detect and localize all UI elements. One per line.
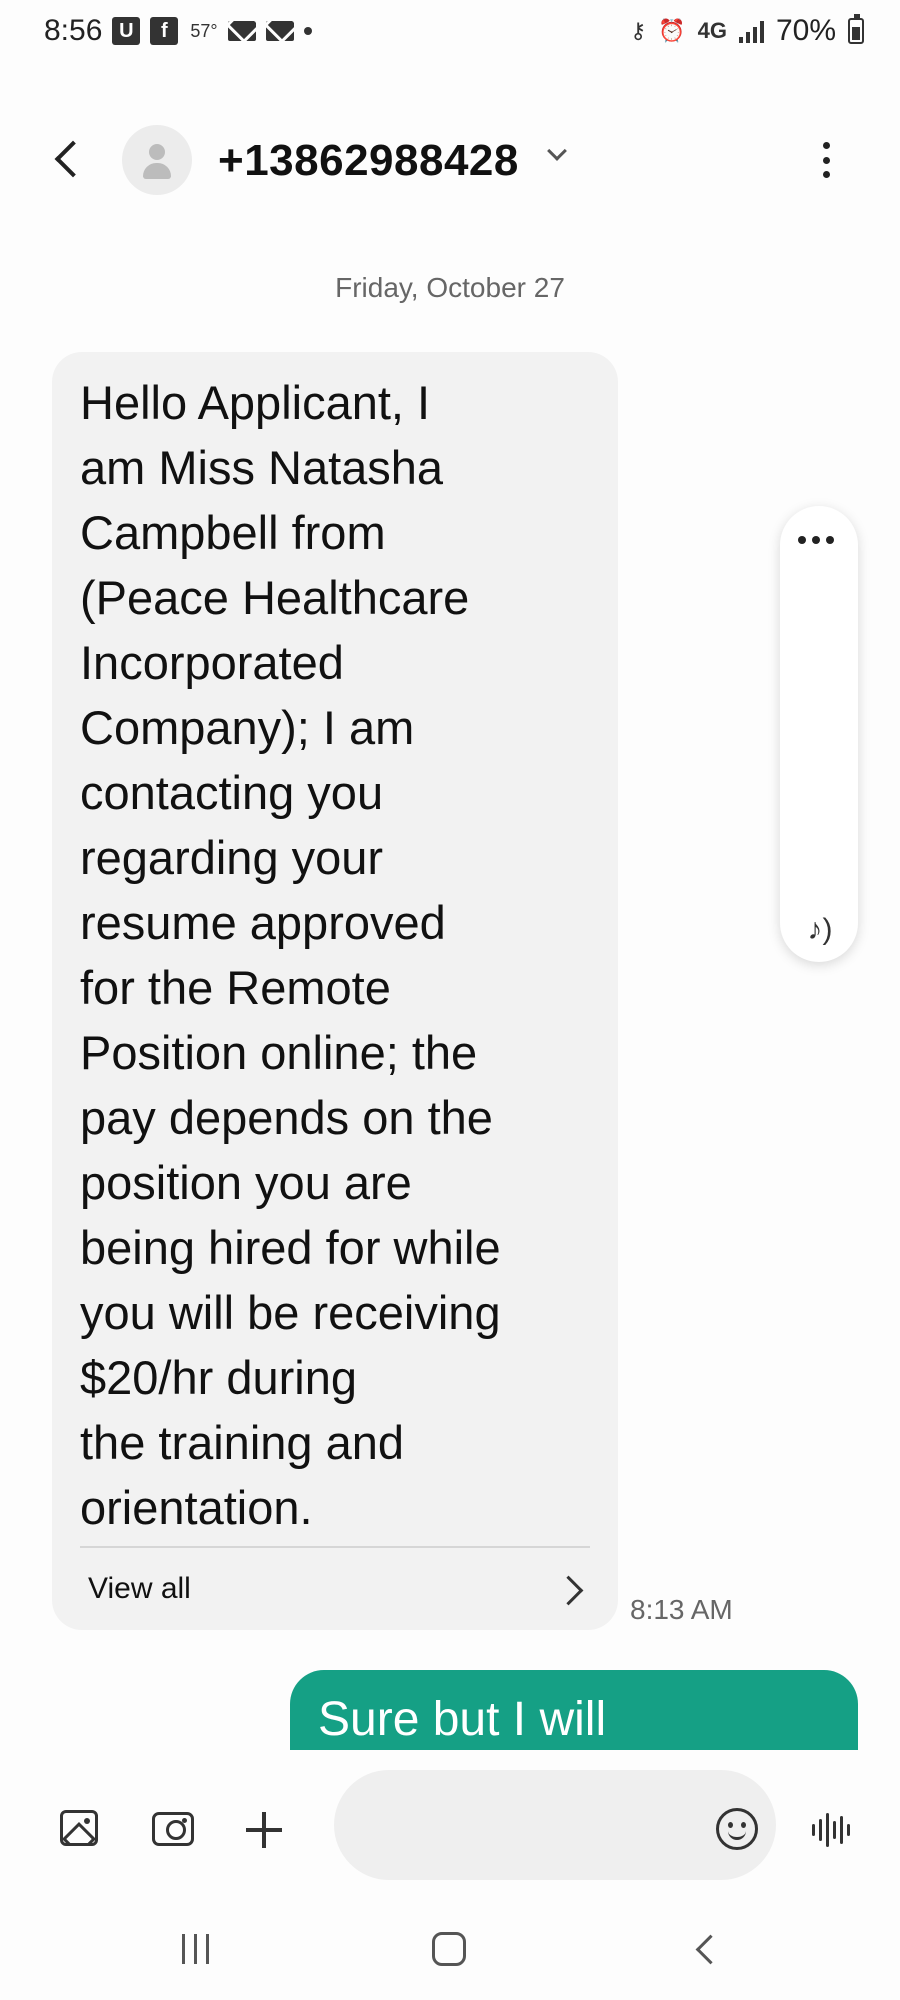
battery-icon (848, 14, 864, 44)
date-separator: Friday, October 27 (335, 272, 565, 303)
chevron-right-icon (556, 1574, 584, 1602)
facebook-notification-icon: f (150, 17, 179, 45)
contact-number[interactable]: +13862988428 (218, 136, 519, 186)
view-all-button[interactable]: View all (52, 1548, 618, 1630)
message-input[interactable] (334, 1770, 776, 1880)
contact-avatar[interactable] (122, 125, 192, 195)
status-bar: 8:56 U f 57° ⚷ ⏰ 4G 70% (0, 0, 900, 64)
person-icon (149, 144, 165, 160)
gallery-icon[interactable] (60, 1810, 98, 1846)
vpn-key-icon: ⚷ (630, 18, 647, 43)
voice-input-icon[interactable] (812, 1810, 850, 1850)
alarm-icon: ⏰ (658, 18, 686, 43)
camera-icon[interactable] (152, 1812, 194, 1846)
outgoing-message-text: Sure but I will (318, 1693, 607, 1746)
emoji-icon[interactable] (716, 1808, 758, 1850)
message-text: Hello Applicant, I am Miss Natasha Campb… (80, 376, 501, 1534)
network-type: 4G (697, 18, 727, 43)
recent-apps-button[interactable] (182, 1934, 209, 1964)
view-all-label: View all (88, 1572, 191, 1605)
text-to-speech-icon[interactable]: ♪) (796, 910, 844, 950)
battery-percent: 70% (775, 14, 836, 47)
message-timestamp: 8:13 AM (630, 1594, 733, 1625)
status-left: 8:56 U f 57° (44, 14, 312, 48)
back-button[interactable] (46, 138, 90, 182)
compose-bar (0, 1750, 900, 1910)
add-attachment-icon[interactable] (244, 1810, 284, 1850)
more-notifications-icon (303, 27, 312, 35)
floating-side-panel[interactable]: ♪) (780, 506, 858, 962)
app-notification-icon: U (112, 17, 141, 45)
system-navigation-bar (0, 1910, 900, 2000)
system-back-button[interactable] (692, 1936, 718, 1962)
conversation-header: +13862988428 (0, 120, 900, 200)
status-time: 8:56 (44, 14, 103, 47)
status-right: ⚷ ⏰ 4G 70% (630, 14, 864, 48)
home-button[interactable] (432, 1932, 466, 1966)
incoming-message-bubble[interactable]: Hello Applicant, I am Miss Natasha Campb… (52, 352, 618, 1630)
more-options-button[interactable] (808, 138, 844, 182)
mail-icon (227, 21, 256, 41)
side-panel-more-icon[interactable] (798, 536, 834, 544)
weather-temperature: 57° (190, 20, 218, 41)
mail-icon (265, 21, 294, 41)
chevron-down-icon[interactable] (546, 142, 566, 162)
signal-icon (738, 19, 764, 43)
